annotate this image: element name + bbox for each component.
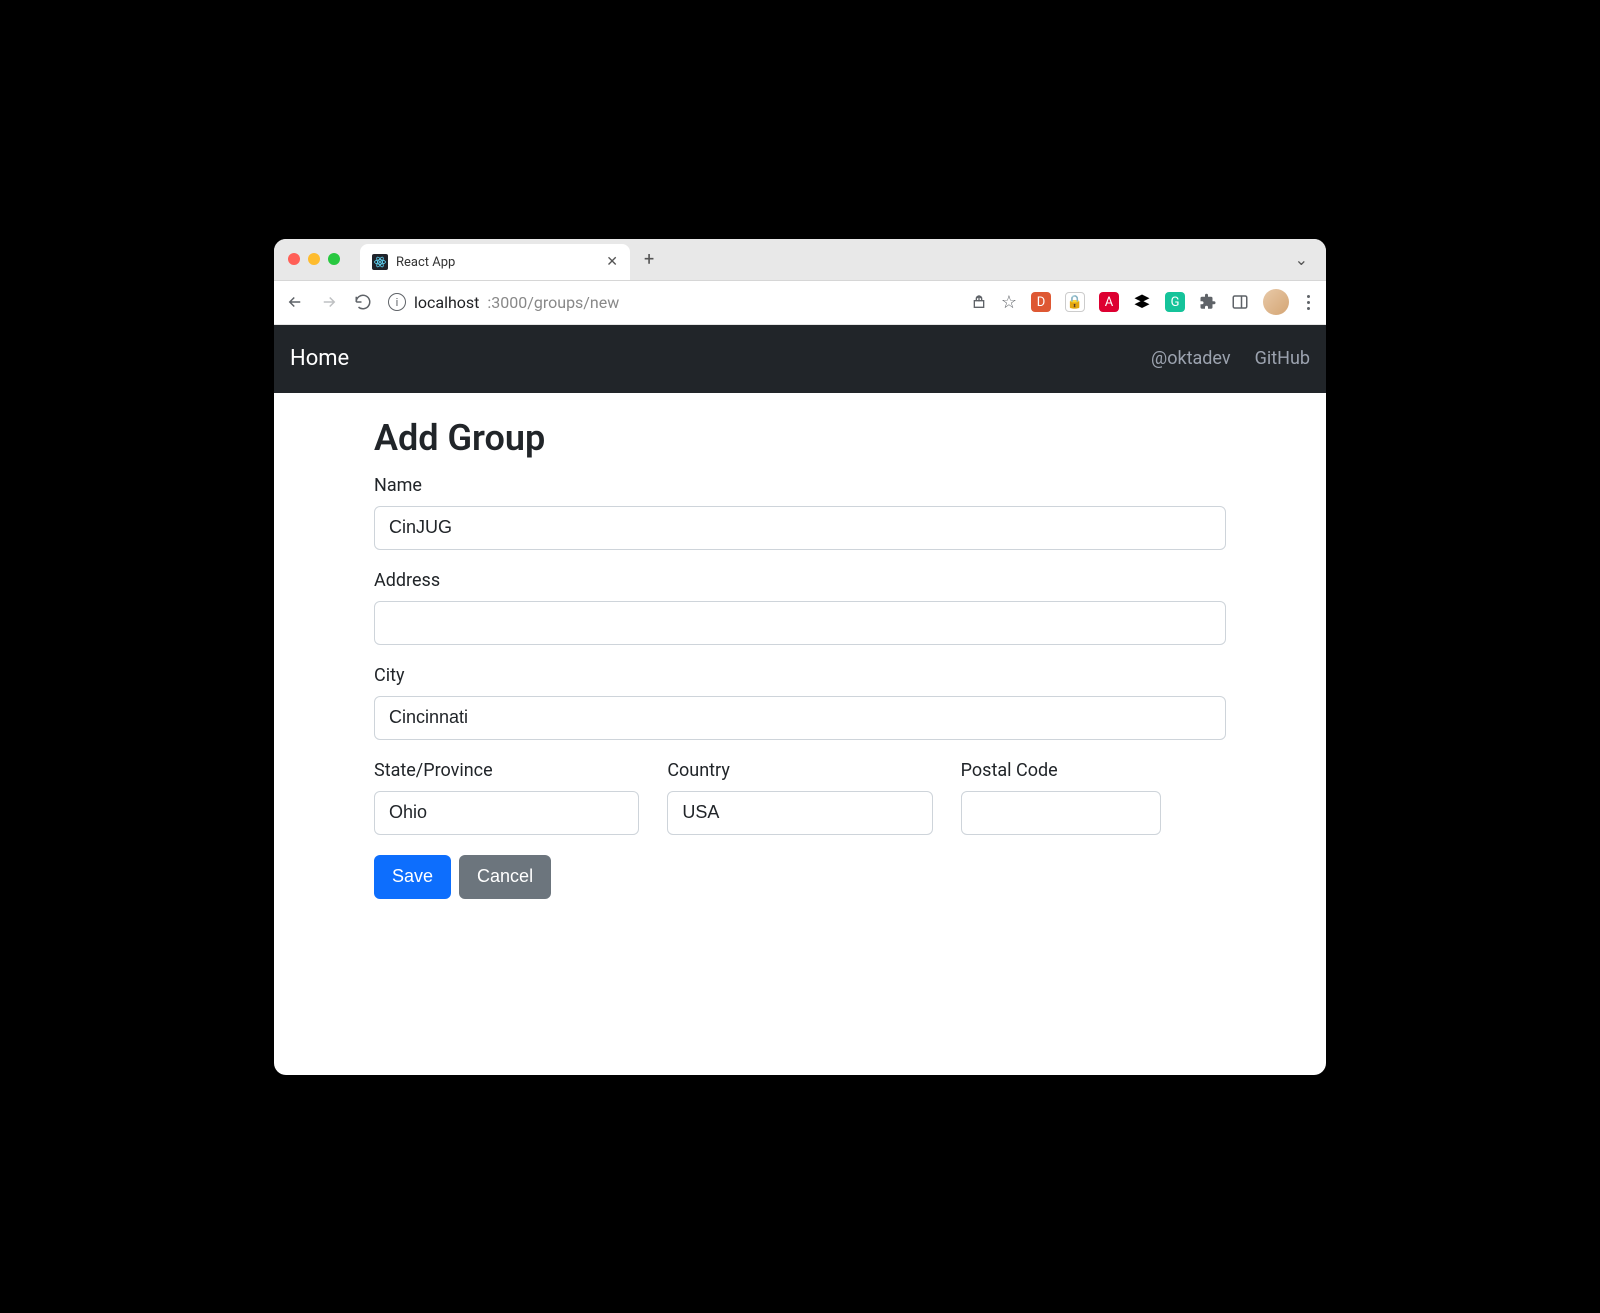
input-postal[interactable]: [961, 791, 1161, 835]
form-group-city: City: [374, 665, 1226, 740]
form-group-postal: Postal Code: [961, 760, 1226, 835]
nav-link-github[interactable]: GitHub: [1255, 348, 1310, 369]
back-button[interactable]: [286, 293, 304, 311]
input-city[interactable]: [374, 696, 1226, 740]
input-name[interactable]: [374, 506, 1226, 550]
save-button[interactable]: Save: [374, 855, 451, 899]
reload-button[interactable]: [354, 293, 372, 311]
form-group-country: Country: [667, 760, 932, 835]
browser-tab[interactable]: React App ✕: [360, 244, 630, 280]
bookmark-star-icon[interactable]: ☆: [1001, 292, 1017, 313]
extension-grammarly-icon[interactable]: G: [1165, 292, 1185, 312]
profile-avatar[interactable]: [1263, 289, 1289, 315]
app-navbar: Home @oktadev GitHub: [274, 325, 1326, 393]
page-title: Add Group: [374, 417, 1226, 459]
page-content: Add Group Name Address City State/Provin…: [274, 393, 1326, 1075]
tab-title: React App: [396, 255, 598, 270]
url-host: localhost: [414, 293, 479, 312]
form-group-address: Address: [374, 570, 1226, 645]
extension-angular-icon[interactable]: A: [1099, 292, 1119, 312]
label-name: Name: [374, 475, 1226, 496]
form-group-name: Name: [374, 475, 1226, 550]
input-country[interactable]: [667, 791, 932, 835]
extension-duckduckgo-icon[interactable]: D: [1031, 292, 1051, 312]
tabs-chevron-icon[interactable]: ⌄: [1295, 250, 1312, 269]
browser-window: React App ✕ + ⌄ i localhost :3000/groups/…: [274, 239, 1326, 1075]
nav-brand[interactable]: Home: [290, 346, 349, 371]
input-state[interactable]: [374, 791, 639, 835]
url-path: :3000/groups/new: [487, 293, 619, 312]
label-country: Country: [667, 760, 932, 781]
close-tab-icon[interactable]: ✕: [606, 254, 618, 270]
nav-link-twitter[interactable]: @oktadev: [1151, 348, 1231, 369]
label-state: State/Province: [374, 760, 639, 781]
side-panel-icon[interactable]: [1231, 293, 1249, 311]
extension-buffer-icon[interactable]: [1133, 293, 1151, 311]
forward-button[interactable]: [320, 293, 338, 311]
browser-titlebar: React App ✕ + ⌄: [274, 239, 1326, 281]
browser-toolbar: i localhost :3000/groups/new ☆ D 🔒 A G: [274, 281, 1326, 325]
close-window-button[interactable]: [288, 253, 300, 265]
toolbar-actions: ☆ D 🔒 A G: [971, 289, 1314, 315]
window-controls: [288, 253, 340, 265]
form-actions: Save Cancel: [374, 855, 1226, 899]
share-icon[interactable]: [971, 294, 987, 310]
label-postal: Postal Code: [961, 760, 1226, 781]
cancel-button[interactable]: Cancel: [459, 855, 551, 899]
label-city: City: [374, 665, 1226, 686]
browser-menu-icon[interactable]: [1303, 295, 1314, 310]
extensions-puzzle-icon[interactable]: [1199, 293, 1217, 311]
input-address[interactable]: [374, 601, 1226, 645]
site-info-icon[interactable]: i: [388, 293, 406, 311]
new-tab-button[interactable]: +: [644, 249, 654, 270]
form-group-state: State/Province: [374, 760, 639, 835]
address-bar[interactable]: i localhost :3000/groups/new: [388, 293, 955, 312]
label-address: Address: [374, 570, 1226, 591]
react-favicon-icon: [372, 254, 388, 270]
form-row-location: State/Province Country Postal Code: [374, 760, 1226, 835]
minimize-window-button[interactable]: [308, 253, 320, 265]
extension-lock-icon[interactable]: 🔒: [1065, 292, 1085, 312]
maximize-window-button[interactable]: [328, 253, 340, 265]
